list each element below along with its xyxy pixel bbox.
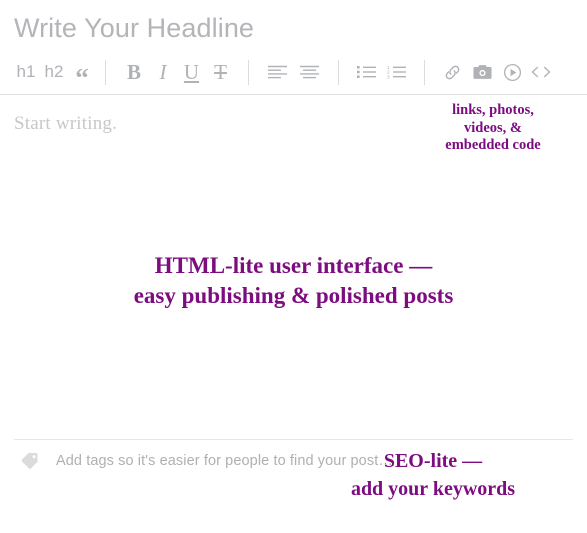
toolbar-group-inline-styles: B I U T: [119, 57, 235, 87]
tag-icon: [18, 449, 42, 473]
toolbar-divider: [424, 59, 425, 85]
toolbar-group-media: [437, 57, 555, 87]
annotation-center-line-1: HTML-lite user interface —: [154, 253, 433, 278]
toolbar-divider: [105, 59, 106, 85]
svg-text:3: 3: [387, 74, 390, 79]
camera-icon: [472, 65, 492, 79]
bold-button[interactable]: B: [119, 57, 149, 87]
tag-input[interactable]: Add tags so it's easier for people to fi…: [56, 453, 393, 469]
editor-canvas[interactable]: Start writing. links, photos, videos, & …: [0, 95, 587, 500]
align-center-button[interactable]: [293, 57, 325, 87]
toolbar-group-lists: 1 2 3: [351, 57, 411, 87]
annotation-media-line-1: links, photos,: [452, 102, 534, 118]
quote-icon: “: [75, 63, 89, 93]
annotation-media-line-3: embedded code: [445, 137, 541, 154]
toolbar-divider: [338, 59, 339, 85]
align-left-button[interactable]: [261, 57, 293, 87]
embed-code-button[interactable]: [527, 57, 555, 87]
underline-button[interactable]: U: [177, 57, 206, 87]
heading-2-button[interactable]: h2: [40, 57, 68, 87]
annotation-media-line-2: videos, &: [464, 119, 522, 136]
annotation-center-line-2: easy publishing & polished posts: [133, 283, 454, 309]
blockquote-button[interactable]: “: [68, 57, 96, 93]
toolbar-divider: [248, 59, 249, 85]
annotation-html-lite: HTML-lite user interface — easy publishi…: [0, 251, 587, 312]
link-icon: [445, 65, 459, 79]
insert-photo-button[interactable]: [467, 57, 497, 87]
tag-bar[interactable]: Add tags so it's easier for people to fi…: [14, 439, 573, 482]
bulleted-list-button[interactable]: [351, 57, 381, 87]
formatting-toolbar: h1 h2 “ B I U T 1 2 3: [0, 50, 587, 95]
play-circle-icon: [503, 63, 521, 81]
numbered-list-icon: 1 2 3: [387, 65, 406, 79]
headline-area: Write Your Headline: [0, 0, 587, 50]
body-input[interactable]: Start writing.: [14, 113, 117, 135]
align-center-icon: [299, 65, 319, 78]
insert-link-button[interactable]: [437, 57, 467, 87]
strikethrough-button[interactable]: T: [206, 57, 235, 87]
toolbar-group-alignment: [261, 57, 325, 87]
numbered-list-button[interactable]: 1 2 3: [381, 57, 411, 87]
headline-input[interactable]: Write Your Headline: [14, 8, 573, 48]
code-brackets-icon: [531, 66, 551, 78]
italic-button[interactable]: I: [149, 57, 177, 87]
annotation-media-tools: links, photos, videos, & embedded code: [413, 102, 573, 155]
heading-1-button[interactable]: h1: [12, 57, 40, 87]
bulleted-list-icon: [356, 66, 376, 78]
align-left-icon: [267, 65, 287, 78]
toolbar-group-block-styles: h1 h2 “: [12, 57, 96, 93]
insert-video-button[interactable]: [497, 57, 527, 87]
